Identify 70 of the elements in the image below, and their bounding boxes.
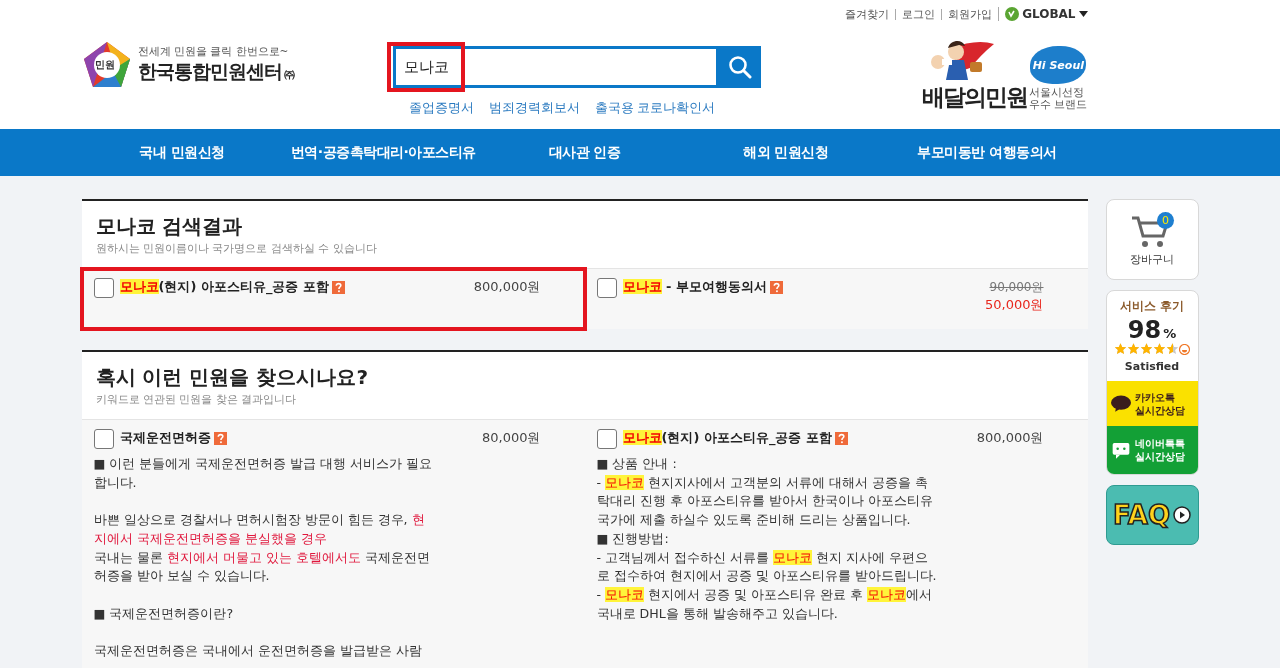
nav-link[interactable]: 대사관 인증 <box>483 129 686 176</box>
price: 800,000원 <box>976 429 1044 447</box>
help-icon <box>834 431 848 445</box>
original-price: 90,000원 <box>989 279 1044 296</box>
top-link[interactable]: 회원가입 <box>941 8 999 20</box>
hi-seoul-logo: Hi Seoul <box>1030 46 1087 84</box>
logo-mark-text: 민원 <box>94 58 115 72</box>
nav-link[interactable]: 번역·공증촉탁대리·아포스티유 <box>282 129 484 176</box>
nav-link[interactable]: 해외 민원신청 <box>685 129 887 176</box>
help-icon <box>769 280 783 294</box>
search-field[interactable]: 모나코 <box>392 46 719 88</box>
logo-tagline: 전세계 민원을 클릭 한번으로~ <box>137 45 290 59</box>
description-text: 바쁜 일상으로 경찰서나 면허시험장 방문이 힘든 경우, 현지에서 국제운전면허증을 분실했을 경우 <box>93 511 426 548</box>
description-text: ■ 진행방법: <box>596 529 670 548</box>
checkbox[interactable] <box>596 278 617 298</box>
cart-label: 장바구니 <box>1130 253 1174 267</box>
description-text: ■ 상품 안내 : <box>596 455 678 473</box>
star-icon <box>1140 343 1153 355</box>
star-icon <box>1166 343 1179 355</box>
help-icon <box>331 280 345 294</box>
pentagon-logo-icon <box>81 40 132 90</box>
description-text: 국내는 물론 현지에서 머물고 있는 호텔에서도 국제운전면허증을 받아 보실 수 있습니다. <box>93 548 431 586</box>
caret-icon <box>1078 11 1088 17</box>
satisfaction-label: Satisfied <box>1124 360 1180 373</box>
chat-bubble-icon <box>1110 441 1131 459</box>
search-button[interactable] <box>718 46 761 88</box>
kakao-chat-button[interactable]: 카카오톡 실시간상담 <box>1106 381 1198 426</box>
smiley-icon <box>1179 343 1190 355</box>
result-title[interactable]: 모나코 - 부모여행동의서 <box>622 278 767 296</box>
play-icon <box>1173 506 1191 524</box>
nav-link[interactable]: 부모미동반 여행동의서 <box>886 129 1088 176</box>
top-link[interactable]: 로그인 <box>895 8 942 20</box>
quick-link[interactable]: 출국용 코로나확인서 <box>594 100 716 117</box>
cart-button[interactable]: 0 장바구니 <box>1105 199 1199 280</box>
description-text: ■ 국제운전면허증이란? <box>93 604 235 623</box>
nav-link[interactable]: 국내 민원신청 <box>81 129 283 176</box>
globe-icon <box>1005 7 1020 21</box>
quick-link[interactable]: 졸업증명서 <box>408 100 474 117</box>
satisfaction-score: 98 <box>1127 317 1162 343</box>
chat-bubble-icon <box>1110 395 1131 412</box>
partner-name: 배달의민원 <box>922 84 1028 110</box>
description-text: - 고객님께서 접수하신 서류를 모나코 현지 지사에 우편으로 접수하여 현지에서 공증 및 아포스티유를 받아드립니다. <box>596 548 938 586</box>
section-subtitle: 키워드로 연관된 민원을 찾은 결과입니다 <box>95 392 298 407</box>
help-icon <box>213 431 227 445</box>
price: 800,000원 <box>473 278 541 296</box>
checkbox[interactable] <box>93 429 114 449</box>
section-subtitle: 원하시는 민원이름이나 국가명으로 검색하실 수 있습니다 <box>95 241 378 256</box>
checkbox[interactable] <box>596 429 617 449</box>
search-icon <box>727 55 752 79</box>
description-text: - 모나코 현지지사에서 고객분의 서류에 대해서 공증을 촉탁대리 진행 후 아포스티유를 받아서 한국이나 아포스티유 국가에 제출 하실수 있도록 준비해 드리는 상품입니다. <box>596 473 934 530</box>
quick-link[interactable]: 범죄경력회보서 <box>488 100 580 117</box>
top-link[interactable]: 즐겨찾기 <box>839 8 896 20</box>
section-title: 혹시 이런 민원을 찾으시나요? <box>95 364 369 390</box>
star-icon <box>1153 343 1166 355</box>
score-unit: % <box>1163 326 1177 341</box>
review-title: 서비스 후기 <box>1120 299 1184 314</box>
cart-count-badge: 0 <box>1157 212 1174 229</box>
price: 80,000원 <box>482 429 541 447</box>
brand-caption: 서울시선정 우수 브랜드 <box>1029 86 1088 110</box>
section-title: 모나코 검색결과 <box>95 213 244 239</box>
description-text: ■ 이런 분들에게 국제운전면허증 발급 대행 서비스가 필요합니다. <box>93 455 434 492</box>
star-icon <box>1114 343 1127 355</box>
company-suffix: ㈜ <box>283 67 295 82</box>
logo-name[interactable]: 한국통합민원센터 <box>137 59 282 85</box>
result-title[interactable]: 국제운전면허증 <box>119 429 211 447</box>
description-text: 국제운전면허증은 국내에서 운전면허증을 발급받은 사람 <box>93 642 423 660</box>
language-selector[interactable]: GLOBAL <box>998 7 1088 21</box>
star-icon <box>1127 343 1140 355</box>
price: 50,000원 <box>985 296 1044 314</box>
checkbox[interactable] <box>93 278 114 298</box>
